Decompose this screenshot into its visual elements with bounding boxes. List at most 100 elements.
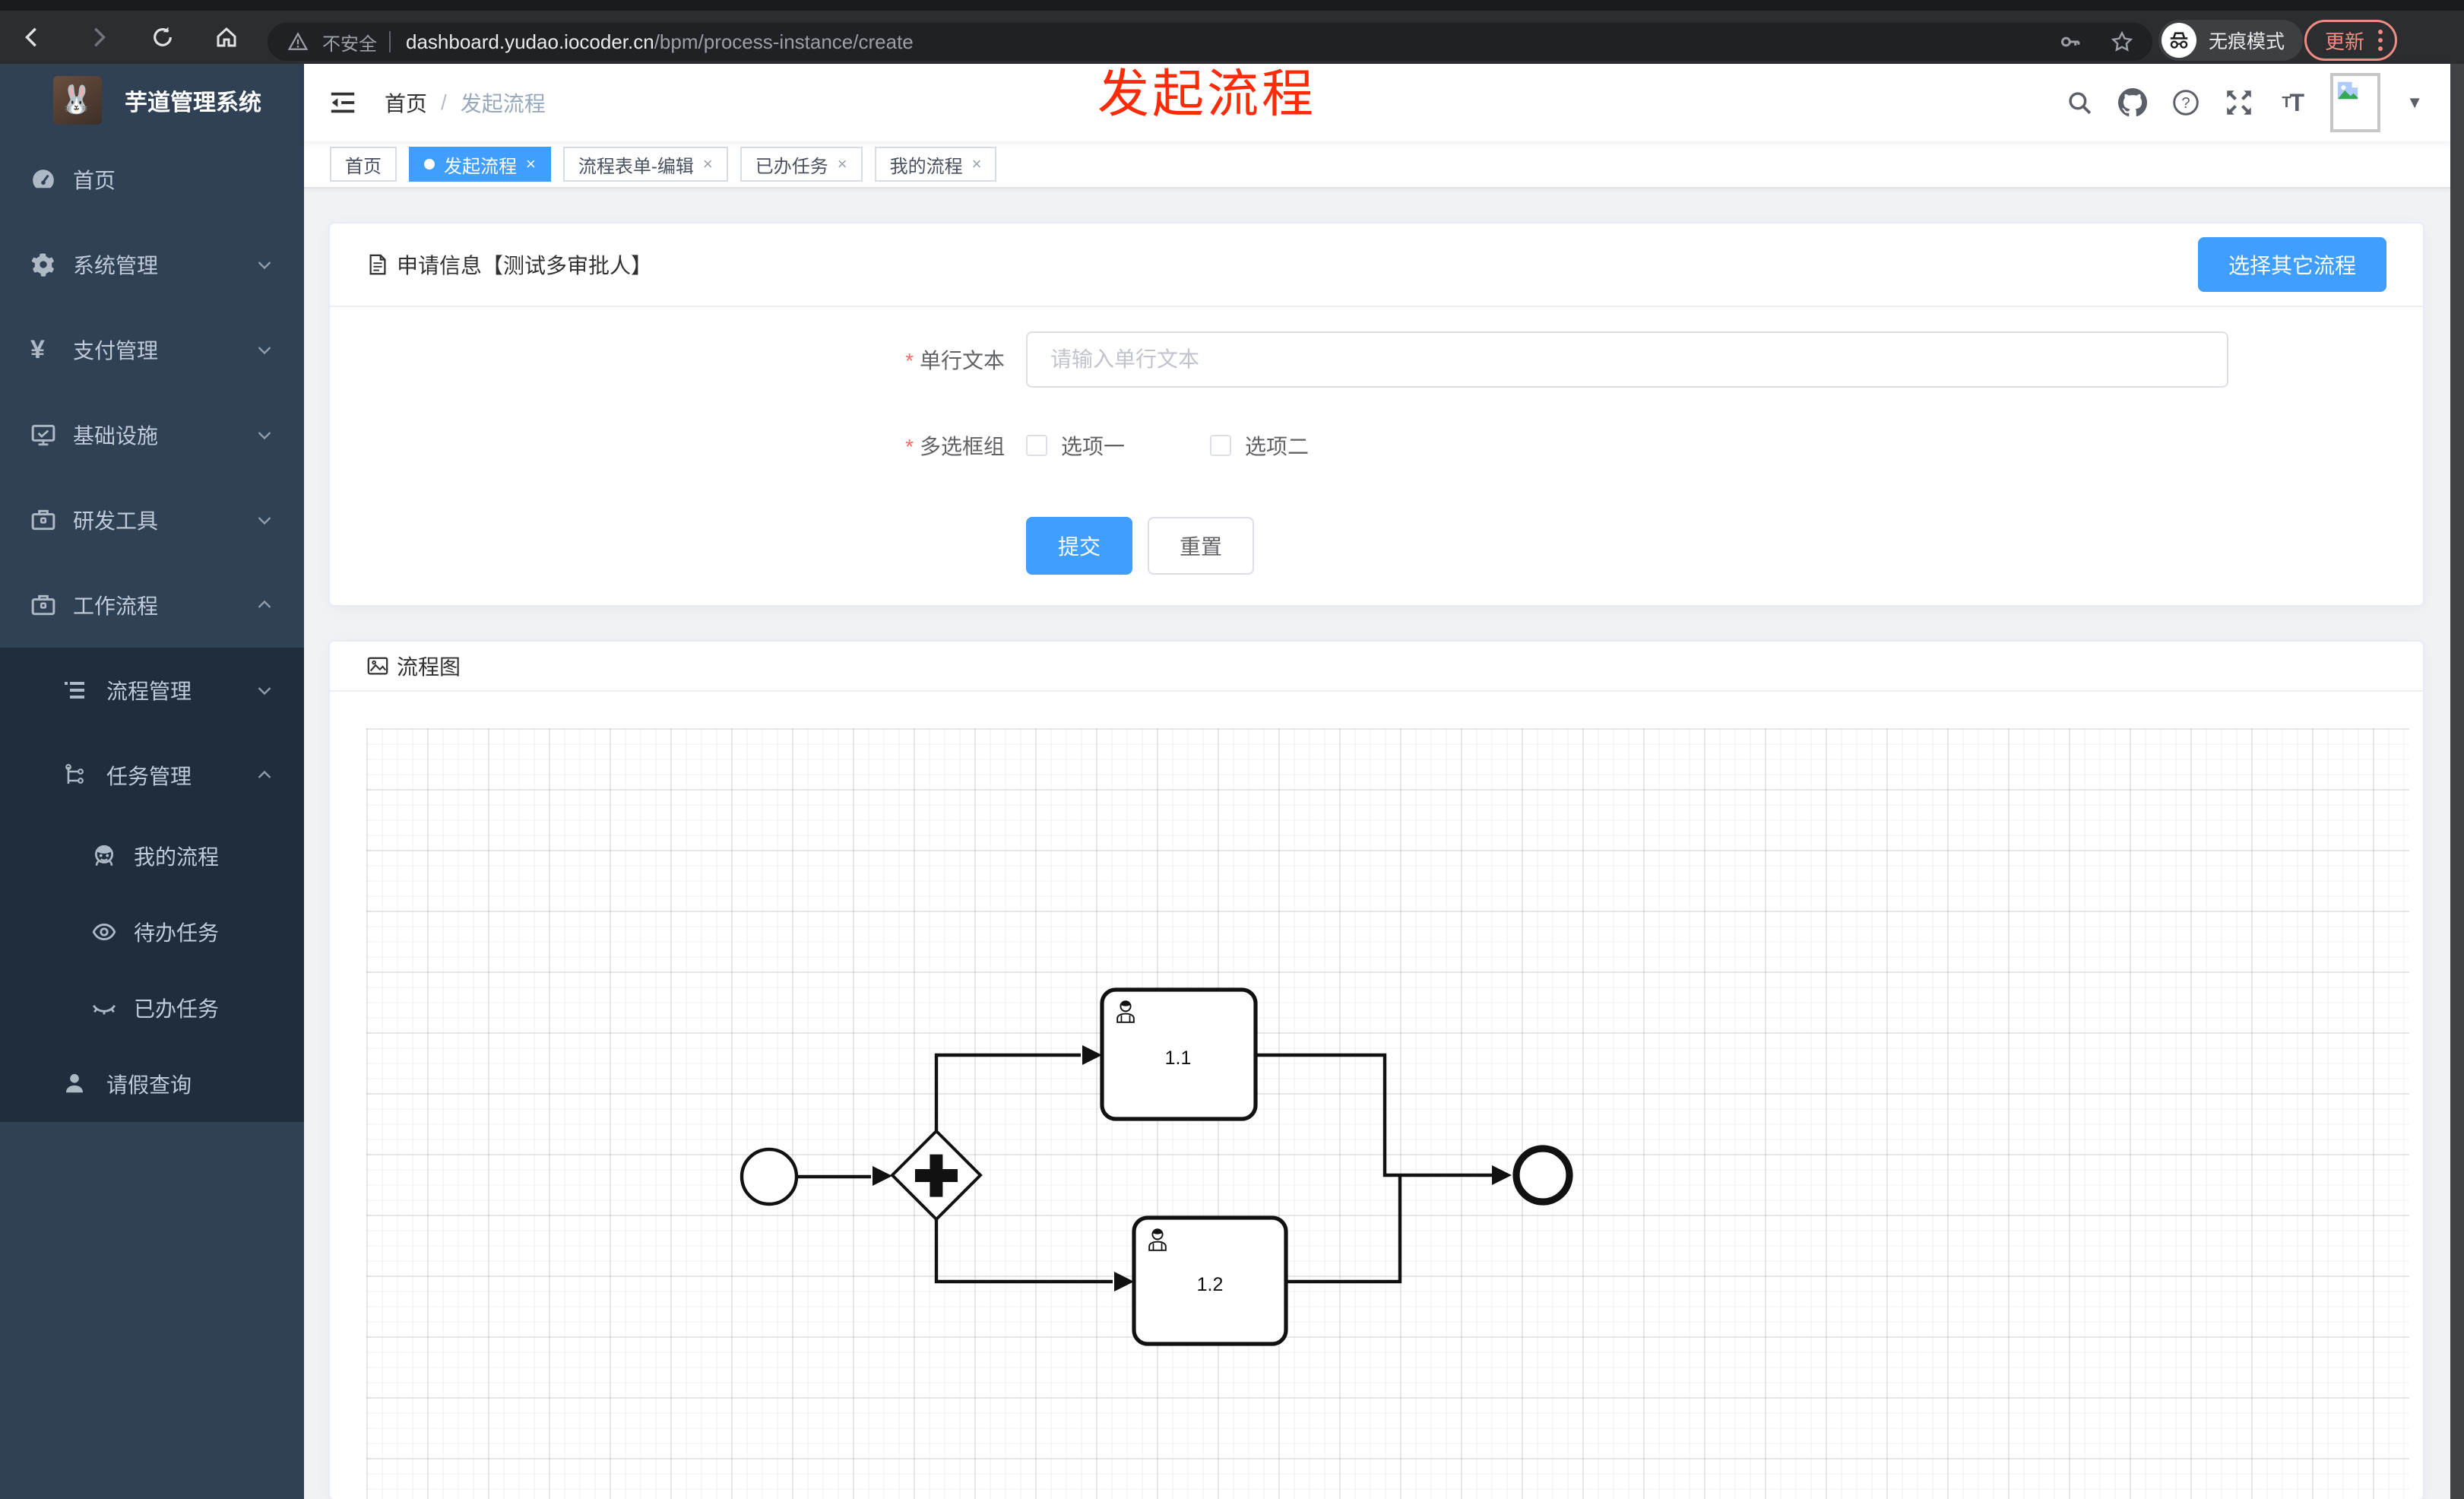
field-label-checkbox-group: * 多选框组 <box>905 435 1005 458</box>
app-logo <box>53 76 102 125</box>
choose-other-process-button[interactable]: 选择其它流程 <box>2197 237 2386 292</box>
sidebar-collapse-icon[interactable] <box>328 88 357 117</box>
bpmn-diagram: 1.1 1.2 <box>740 987 1573 1346</box>
help-icon[interactable]: ? <box>2171 87 2201 118</box>
password-key-icon[interactable] <box>2055 27 2086 57</box>
broken-image-icon <box>2338 81 2358 100</box>
chevron-down-icon <box>255 255 274 274</box>
reset-button[interactable]: 重置 <box>1148 517 1254 575</box>
sidebar-item-label: 请假查询 <box>106 1073 192 1097</box>
browser-reload-icon[interactable] <box>143 17 182 57</box>
user-menu-caret-icon[interactable]: ▼ <box>2406 93 2423 113</box>
sidebar-item-label: 流程管理 <box>106 680 192 703</box>
required-asterisk: * <box>905 435 914 458</box>
browser-scrollbar[interactable] <box>2450 64 2464 1499</box>
checkbox-option-1-label[interactable]: 选项一 <box>1061 430 1125 461</box>
update-label: 更新 <box>2325 30 2365 53</box>
tab-my-process[interactable]: 我的流程 × <box>874 147 997 182</box>
eye-open-icon <box>91 919 117 945</box>
chevron-down-icon <box>255 511 274 529</box>
close-icon[interactable]: × <box>838 154 847 174</box>
browser-update-button[interactable]: 更新 <box>2304 20 2398 61</box>
submit-button[interactable]: 提交 <box>1026 517 1132 575</box>
close-icon[interactable]: × <box>972 154 982 174</box>
checkbox-option-2-label[interactable]: 选项二 <box>1245 430 1309 461</box>
browser-home-icon[interactable] <box>207 17 246 57</box>
sidebar-item-todo-tasks[interactable]: 待办任务 <box>0 894 304 970</box>
breadcrumb-home[interactable]: 首页 <box>385 87 427 118</box>
incognito-badge: 无痕模式 <box>2158 20 2304 61</box>
screen: 不安全 dashboard.yudao.iocoder.cn/bpm/proce… <box>0 0 2464 1499</box>
bpmn-canvas[interactable]: 1.1 1.2 <box>366 728 2409 1499</box>
sidebar-menu: 首页 系统管理 ¥ 支付管理 基础设施 研发工具 工作流程 流程管理 任务管理 … <box>0 137 304 1122</box>
sidebar-item-done-tasks[interactable]: 已办任务 <box>0 970 304 1046</box>
search-icon[interactable] <box>2064 87 2095 118</box>
gear-icon <box>30 252 56 277</box>
browser-menu-icon[interactable] <box>2378 30 2383 51</box>
required-asterisk: * <box>905 349 914 372</box>
checkbox-option-1[interactable] <box>1026 435 1047 456</box>
bpmn-parallel-gateway <box>890 1129 983 1222</box>
monitor-icon <box>30 422 56 448</box>
omnibox-divider <box>389 31 391 52</box>
user-icon <box>62 1072 87 1096</box>
sidebar-item-devtools[interactable]: 研发工具 <box>0 477 304 563</box>
not-secure-label: 不安全 <box>322 33 377 55</box>
bpmn-user-task-2: 1.2 <box>1132 1215 1288 1346</box>
tab-start-process[interactable]: 发起流程 × <box>409 147 551 182</box>
browser-forward-icon[interactable] <box>79 17 119 57</box>
list-icon <box>62 678 87 702</box>
incognito-icon <box>2162 23 2196 58</box>
github-icon[interactable] <box>2117 87 2148 118</box>
picture-icon <box>367 657 388 675</box>
bpmn-end-event <box>1512 1145 1573 1206</box>
tab-form-edit[interactable]: 流程表单-编辑 × <box>562 147 728 182</box>
chevron-down-icon <box>255 426 274 444</box>
toolbox-icon <box>30 507 56 533</box>
svg-text:?: ? <box>2182 95 2190 112</box>
sidebar-item-payment[interactable]: ¥ 支付管理 <box>0 307 304 392</box>
bookmark-star-icon[interactable] <box>2107 27 2137 57</box>
sidebar-item-my-process[interactable]: 我的流程 <box>0 818 304 894</box>
workflow-submenu: 流程管理 任务管理 我的流程 待办任务 已办任务 请假查询 <box>0 648 304 1122</box>
url-host: dashboard.yudao.iocoder.cn <box>406 30 654 53</box>
app-window: 芋道管理系统 首页 系统管理 ¥ 支付管理 <box>0 64 2450 1499</box>
tab-done-tasks[interactable]: 已办任务 × <box>740 147 863 182</box>
sidebar-item-label: 研发工具 <box>73 509 159 533</box>
sidebar-item-label: 工作流程 <box>73 594 159 618</box>
sidebar-item-workflow[interactable]: 工作流程 <box>0 563 304 648</box>
chevron-up-icon <box>255 766 274 784</box>
font-size-icon[interactable]: TT <box>2277 87 2307 118</box>
tab-home[interactable]: 首页 <box>330 147 397 182</box>
close-icon[interactable]: × <box>703 154 713 174</box>
sidebar-item-home[interactable]: 首页 <box>0 137 304 222</box>
app-logo-row[interactable]: 芋道管理系统 <box>0 73 304 128</box>
breadcrumb-separator: / <box>441 90 447 114</box>
card-title: 申请信息【测试多审批人】 <box>397 254 653 277</box>
sidebar-item-label: 支付管理 <box>73 339 159 363</box>
close-icon[interactable]: × <box>526 154 536 174</box>
app-title: 芋道管理系统 <box>125 90 261 116</box>
sidebar-item-infra[interactable]: 基础设施 <box>0 392 304 477</box>
eye-closed-icon <box>91 995 117 1021</box>
process-form: *单行文本 *多选框组 选项一 选项二 <box>330 307 2423 575</box>
fullscreen-icon[interactable] <box>2224 87 2254 118</box>
sidebar-item-label: 任务管理 <box>106 765 192 788</box>
browser-tabstrip <box>0 0 2464 11</box>
card-title: 流程图 <box>397 655 461 679</box>
chevron-down-icon <box>255 681 274 699</box>
yen-icon: ¥ <box>30 334 45 364</box>
page-content: 申请信息【测试多审批人】 选择其它流程 *单行文本 *多选框组 <box>304 190 2450 1499</box>
card-title-row: 申请信息【测试多审批人】 <box>366 249 652 280</box>
sidebar-item-system[interactable]: 系统管理 <box>0 222 304 307</box>
browser-back-icon[interactable] <box>12 17 52 57</box>
sidebar-item-task-mgmt[interactable]: 任务管理 <box>0 733 304 818</box>
single-line-text-input[interactable] <box>1026 331 2228 388</box>
checkbox-option-2[interactable] <box>1210 435 1232 456</box>
avatar[interactable] <box>2330 73 2381 132</box>
field-label-text: * 单行文本 <box>905 349 1005 372</box>
sidebar-item-label: 基础设施 <box>73 424 159 448</box>
sidebar-item-process-mgmt[interactable]: 流程管理 <box>0 648 304 733</box>
sidebar-item-leave-query[interactable]: 请假查询 <box>0 1046 304 1122</box>
url-path: /bpm/process-instance/create <box>654 30 914 53</box>
